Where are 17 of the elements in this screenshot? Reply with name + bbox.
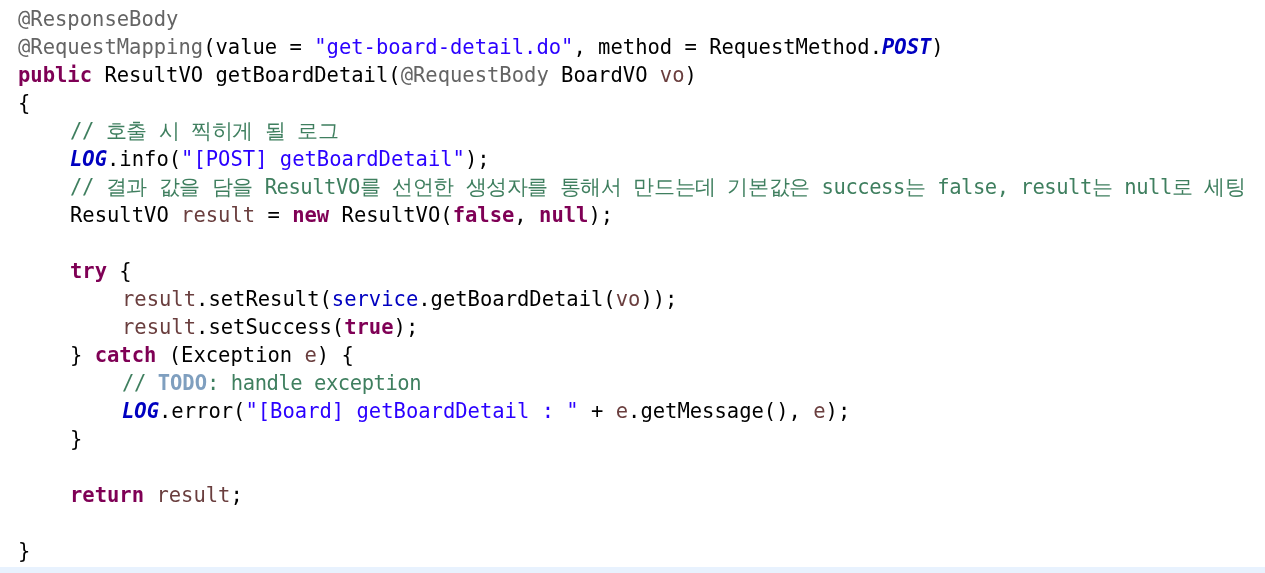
code-line: @ResponseBody (18, 6, 179, 33)
code-line: return result; (70, 482, 243, 509)
code-line: result.setSuccess(true); (122, 314, 419, 341)
code-line: // 결과 값을 담을 ResultVO를 선언한 생성자를 통해서 만드는데 기본값은 success는 false, result는 null로 세팅 (70, 174, 1246, 201)
code-line: LOG.error("[Board] getBoardDetail : " + e.getMessage(), e); (122, 398, 851, 425)
code-line: // TODO: handle exception (122, 370, 422, 397)
code-line: { (18, 90, 31, 117)
code-line: } catch (Exception e) { (70, 342, 354, 369)
code-line: ResultVO result = new ResultVO(false, null); (70, 202, 614, 229)
code-line: } (18, 538, 31, 565)
code-line: LOG.info("[POST] getBoardDetail"); (70, 146, 490, 173)
code-line: @RequestMapping(value = "get-board-detail.do", method = RequestMethod.POST) (18, 34, 944, 61)
code-line: public ResultVO getBoardDetail(@RequestBody BoardVO vo) (18, 62, 697, 89)
code-line: // 호출 시 찍히게 될 로그 (70, 118, 339, 145)
code-line: result.setResult(service.getBoardDetail(vo)); (122, 286, 678, 313)
code-line: } (70, 426, 83, 453)
code-line: try { (70, 258, 132, 285)
